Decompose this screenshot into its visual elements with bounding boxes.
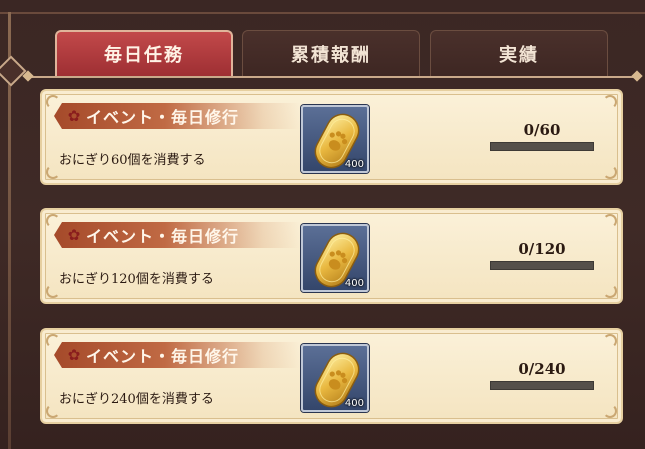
reward-item[interactable]: 400 (301, 344, 369, 412)
tab-achievements[interactable]: 実績 (430, 30, 608, 76)
tabs-divider (30, 76, 635, 78)
task-category-ribbon: ✿ イベント・毎日修行 (54, 103, 300, 129)
task-category-ribbon: ✿ イベント・毎日修行 (54, 222, 300, 248)
reward-count: 400 (344, 159, 364, 170)
progress-bar (490, 381, 594, 390)
corner-ornament-icon (603, 214, 617, 228)
corner-ornament-icon (46, 284, 60, 298)
corner-ornament-icon (603, 404, 617, 418)
corner-ornament-icon (603, 284, 617, 298)
task-description: おにぎり60個を消費する (59, 153, 206, 168)
task-card: ✿ イベント・毎日修行おにぎり120個を消費する 400 0/120 (40, 208, 623, 304)
corner-ornament-icon (603, 334, 617, 348)
progress-bar (490, 142, 594, 151)
flower-icon: ✿ (67, 346, 81, 364)
reward-item[interactable]: 400 (301, 224, 369, 292)
task-category-label: イベント・毎日修行 (86, 227, 240, 246)
flower-icon: ✿ (67, 107, 81, 125)
corner-ornament-icon (46, 214, 60, 228)
reward-count: 400 (344, 398, 364, 409)
flower-icon: ✿ (67, 226, 81, 244)
reward-item[interactable]: 400 (301, 105, 369, 173)
task-description: おにぎり120個を消費する (59, 272, 214, 287)
task-card: ✿ イベント・毎日修行おにぎり60個を消費する 400 0/60 (40, 89, 623, 185)
corner-ornament-icon (46, 95, 60, 109)
task-category-ribbon: ✿ イベント・毎日修行 (54, 342, 300, 368)
progress-text: 0/240 (518, 360, 566, 378)
progress-text: 0/60 (523, 121, 561, 139)
top-border (0, 12, 645, 14)
corner-ornament-icon (46, 404, 60, 418)
tab-daily-missions[interactable]: 毎日任務 (55, 30, 233, 76)
tab-cumulative-rewards[interactable]: 累積報酬 (242, 30, 420, 76)
progress-text: 0/120 (518, 240, 566, 258)
reward-count: 400 (344, 278, 364, 289)
corner-ornament-icon (603, 165, 617, 179)
corner-ornament-icon (603, 95, 617, 109)
task-description: おにぎり240個を消費する (59, 392, 214, 407)
task-category-label: イベント・毎日修行 (86, 108, 240, 127)
task-card: ✿ イベント・毎日修行おにぎり240個を消費する 400 0/240 (40, 328, 623, 424)
task-category-label: イベント・毎日修行 (86, 347, 240, 366)
corner-ornament-icon (46, 334, 60, 348)
corner-ornament-icon (46, 165, 60, 179)
progress-bar (490, 261, 594, 270)
